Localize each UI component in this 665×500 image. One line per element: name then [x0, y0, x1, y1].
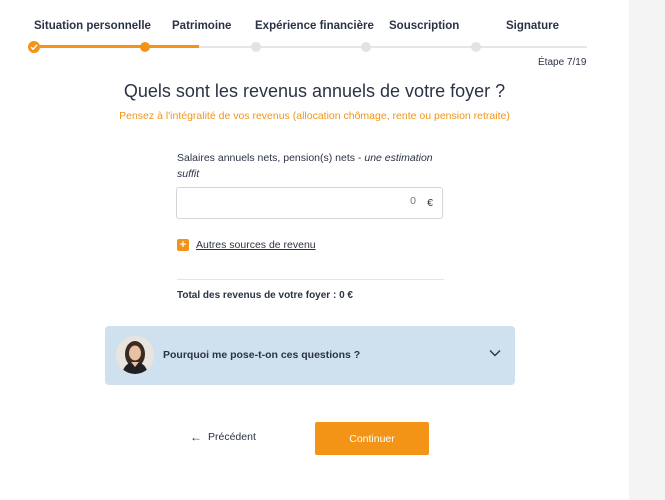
step-dot: [471, 42, 481, 52]
chevron-down-icon: [489, 350, 501, 357]
step-dot-done: [28, 41, 40, 53]
currency-symbol: €: [427, 197, 433, 209]
previous-label: Précédent: [208, 431, 256, 443]
plus-icon: +: [177, 239, 189, 251]
step-counter: Étape 7/19: [538, 57, 587, 68]
step-label-situation-personnelle[interactable]: Situation personnelle: [34, 20, 151, 32]
income-field-label: Salaires annuels nets, pension(s) nets -…: [177, 150, 447, 182]
income-field-label-text: Salaires annuels nets, pension(s) nets -: [177, 152, 365, 164]
faq-question: Pourquoi me pose-t-on ces questions ?: [163, 349, 361, 361]
add-income-source-label: Autres sources de revenu: [196, 239, 316, 251]
continue-button[interactable]: Continuer: [315, 422, 429, 455]
step-dot: [361, 42, 371, 52]
income-amount-input[interactable]: [216, 195, 416, 207]
arrow-left-icon: ←: [190, 430, 202, 444]
income-amount-field[interactable]: €: [176, 187, 443, 219]
step-label-signature[interactable]: Signature: [506, 20, 559, 32]
faq-accordion[interactable]: Pourquoi me pose-t-on ces questions ?: [105, 326, 515, 385]
divider: [177, 279, 444, 280]
previous-button[interactable]: ← Précédent: [190, 430, 256, 444]
add-income-source-link[interactable]: + Autres sources de revenu: [177, 237, 316, 253]
step-label-patrimoine[interactable]: Patrimoine: [172, 20, 231, 32]
step-dot-active: [140, 42, 150, 52]
total-income: Total des revenus de votre foyer : 0 €: [177, 290, 353, 301]
step-dot: [251, 42, 261, 52]
question-subtitle: Pensez à l'intégralité de vos revenus (a…: [119, 110, 510, 122]
check-icon: [30, 44, 38, 51]
form-card: Situation personnelle Patrimoine Expérie…: [0, 0, 629, 500]
step-label-experience-financiere[interactable]: Expérience financière: [255, 20, 374, 32]
progress-fill: [34, 45, 199, 48]
advisor-avatar: [116, 336, 154, 374]
question-title: Quels sont les revenus annuels de votre …: [123, 81, 506, 101]
step-label-souscription[interactable]: Souscription: [389, 20, 459, 32]
